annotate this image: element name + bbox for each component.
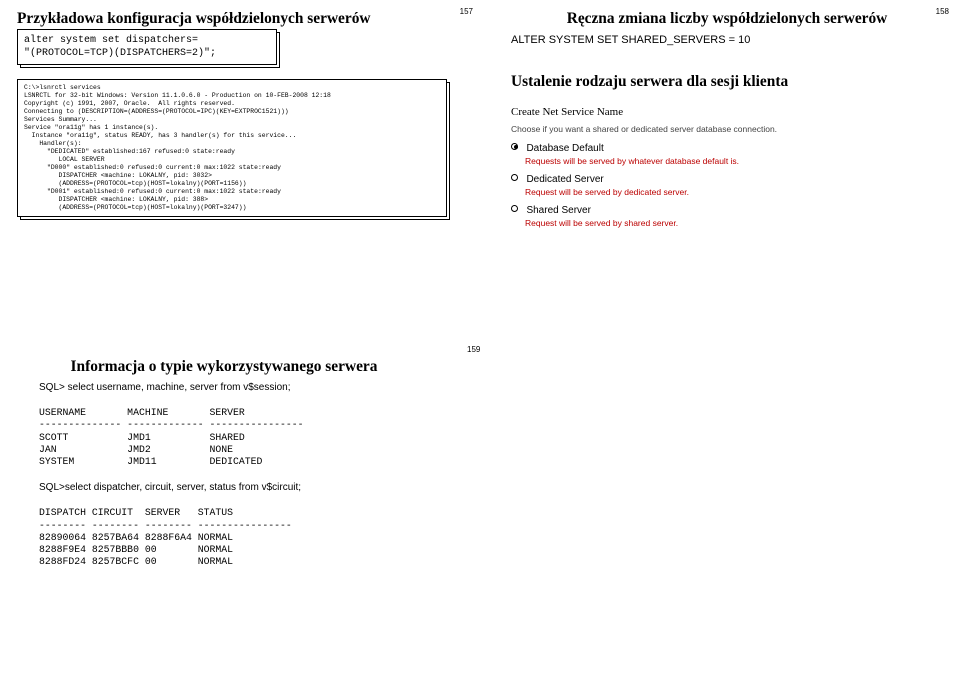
slide-157-title: Przykładowa konfiguracja współdzielonych… [17, 9, 377, 28]
radio-label-shared: Shared Server [526, 205, 590, 216]
radio-row-shared[interactable]: Shared Server [511, 200, 943, 218]
net-service-panel: Create Net Service Name Choose if you wa… [511, 106, 943, 228]
result-table-1: USERNAME MACHINE SERVER -------------- -… [39, 407, 943, 468]
page-number: 157 [460, 7, 473, 16]
code-lsnrctl: C:\>lsnrctl services LSNRCTL for 32-bit … [17, 79, 447, 217]
radio-desc-dedicated: Request will be served by dedicated serv… [525, 187, 943, 197]
radio-desc-shared: Request will be served by shared server. [525, 218, 943, 228]
radio-icon [511, 143, 518, 150]
panel-heading: Create Net Service Name [511, 106, 943, 118]
slide-158: 158 Ręczna zmiana liczby współdzielonych… [484, 6, 954, 332]
radio-desc-db-default: Requests will be served by whatever data… [525, 156, 943, 166]
code-box-lsnrctl: C:\>lsnrctl services LSNRCTL for 32-bit … [17, 79, 447, 217]
slide-159: 159 Informacja o typie wykorzystywanego … [8, 344, 954, 678]
code-dispatchers: alter system set dispatchers= "(PROTOCOL… [17, 29, 277, 65]
slide-157: 157 Przykładowa konfiguracja współdzielo… [8, 6, 478, 332]
sql-query-1: SQL> select username, machine, server fr… [39, 382, 943, 393]
radio-icon [511, 205, 518, 212]
slide-158-title: Ręczna zmiana liczby współdzielonych ser… [511, 9, 943, 28]
slide-159-title: Informacja o typie wykorzystywanego serw… [39, 357, 409, 376]
slide-158-subtitle: Ustalenie rodzaju serwera dla sesji klie… [511, 72, 943, 91]
panel-desc: Choose if you want a shared or dedicated… [511, 124, 943, 134]
page-number: 159 [467, 345, 480, 354]
radio-label-db-default: Database Default [526, 143, 603, 154]
radio-row-dedicated[interactable]: Dedicated Server [511, 169, 943, 187]
sql-query-2: SQL>select dispatcher, circuit, server, … [39, 482, 943, 493]
radio-icon [511, 174, 518, 181]
radio-label-dedicated: Dedicated Server [526, 174, 603, 185]
radio-row-db-default[interactable]: Database Default [511, 138, 943, 156]
result-table-2: DISPATCH CIRCUIT SERVER STATUS -------- … [39, 507, 943, 568]
alter-system-cmd: ALTER SYSTEM SET SHARED_SERVERS = 10 [511, 34, 943, 46]
page-number: 158 [936, 7, 949, 16]
code-box-dispatchers: alter system set dispatchers= "(PROTOCOL… [17, 29, 277, 65]
